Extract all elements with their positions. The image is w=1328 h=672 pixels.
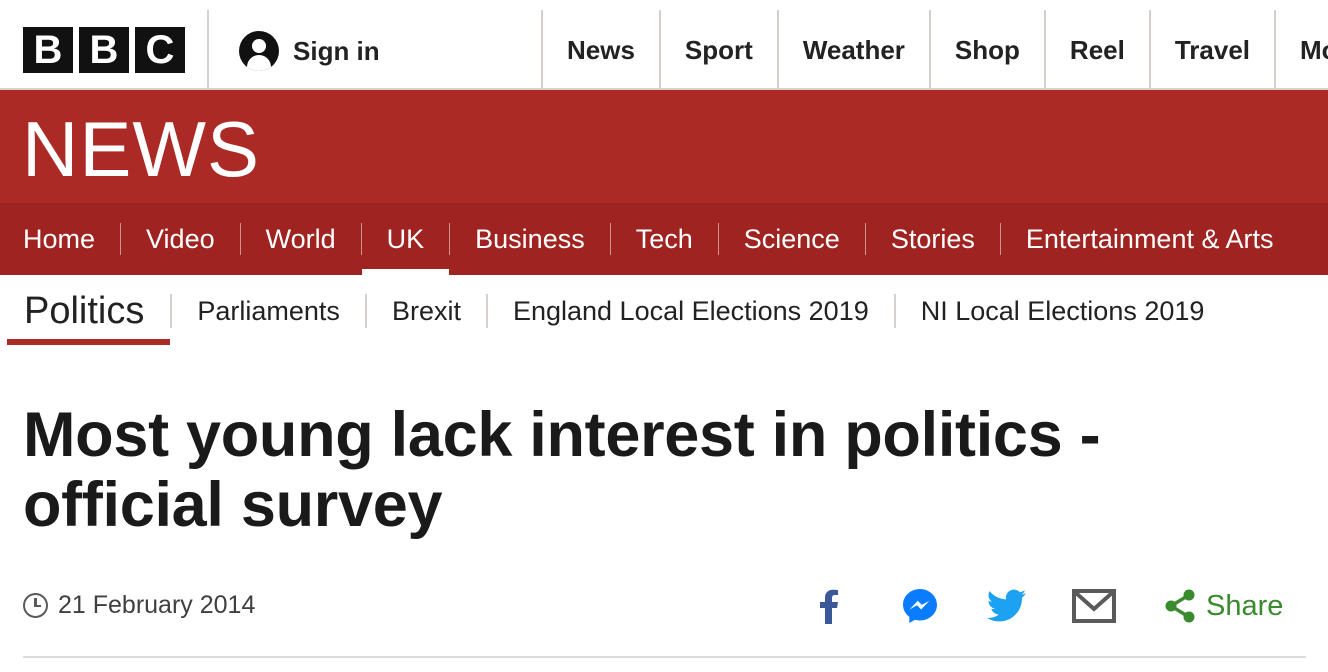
sub-nav-ni-local-elections[interactable]: NI Local Elections 2019 <box>896 275 1230 347</box>
bbc-logo[interactable]: B B C <box>23 27 185 73</box>
email-icon <box>1072 589 1116 623</box>
headline-line: Most young lack interest in politics - <box>23 400 1101 470</box>
share-label: Share <box>1206 589 1284 622</box>
sign-in-button[interactable]: Sign in <box>239 31 380 71</box>
news-banner: NEWS <box>0 90 1328 203</box>
top-nav-shop[interactable]: Shop <box>928 10 1044 90</box>
top-nav-news[interactable]: News <box>541 10 659 90</box>
section-nav-world[interactable]: World <box>241 203 361 275</box>
news-logo[interactable]: NEWS <box>22 110 260 188</box>
divider <box>23 656 1306 658</box>
twitter-icon <box>987 589 1026 622</box>
bbc-logo-letter: C <box>135 27 185 73</box>
share-button[interactable]: Share <box>1164 584 1290 628</box>
sub-nav-politics[interactable]: Politics <box>0 275 171 347</box>
messenger-icon <box>903 589 937 623</box>
section-nav-home[interactable]: Home <box>0 203 120 275</box>
bbc-masthead: B B C Sign in News Sport Weather Shop Re… <box>0 0 1328 90</box>
section-nav-video[interactable]: Video <box>121 203 240 275</box>
top-nav-reel[interactable]: Reel <box>1043 10 1149 90</box>
section-nav-entertainment-arts[interactable]: Entertainment & Arts <box>1001 203 1299 275</box>
facebook-icon <box>820 589 838 624</box>
bbc-logo-letter: B <box>79 27 129 73</box>
section-nav-tech[interactable]: Tech <box>611 203 718 275</box>
top-nav: News Sport Weather Shop Reel Travel Mo <box>541 10 1328 90</box>
messenger-share-button[interactable] <box>900 584 940 628</box>
sub-nav-parliaments[interactable]: Parliaments <box>172 275 365 347</box>
facebook-share-button[interactable] <box>812 584 846 628</box>
top-nav-travel[interactable]: Travel <box>1148 10 1274 90</box>
article-headline: Most young lack interest in politics - o… <box>23 400 1223 540</box>
sign-in-label: Sign in <box>293 35 380 66</box>
section-nav-business[interactable]: Business <box>450 203 610 275</box>
sub-nav-brexit[interactable]: Brexit <box>367 275 486 347</box>
bbc-logo-letter: B <box>23 27 73 73</box>
divider <box>207 10 209 90</box>
politics-sub-nav: Politics Parliaments Brexit England Loca… <box>0 275 1328 347</box>
top-nav-more[interactable]: Mo <box>1274 10 1328 90</box>
sub-nav-england-local-elections[interactable]: England Local Elections 2019 <box>488 275 894 347</box>
top-nav-weather[interactable]: Weather <box>776 10 929 90</box>
section-nav-science[interactable]: Science <box>719 203 865 275</box>
share-icon <box>1165 589 1195 623</box>
section-nav-uk[interactable]: UK <box>361 203 450 275</box>
share-tools: Share <box>0 584 1328 628</box>
user-icon <box>239 31 279 71</box>
twitter-share-button[interactable] <box>986 584 1028 628</box>
top-nav-sport[interactable]: Sport <box>658 10 777 90</box>
headline-line: official survey <box>23 470 443 540</box>
email-share-button[interactable] <box>1071 584 1117 628</box>
section-nav: Home Video World UK Business Tech Scienc… <box>0 203 1328 275</box>
section-nav-stories[interactable]: Stories <box>866 203 1000 275</box>
